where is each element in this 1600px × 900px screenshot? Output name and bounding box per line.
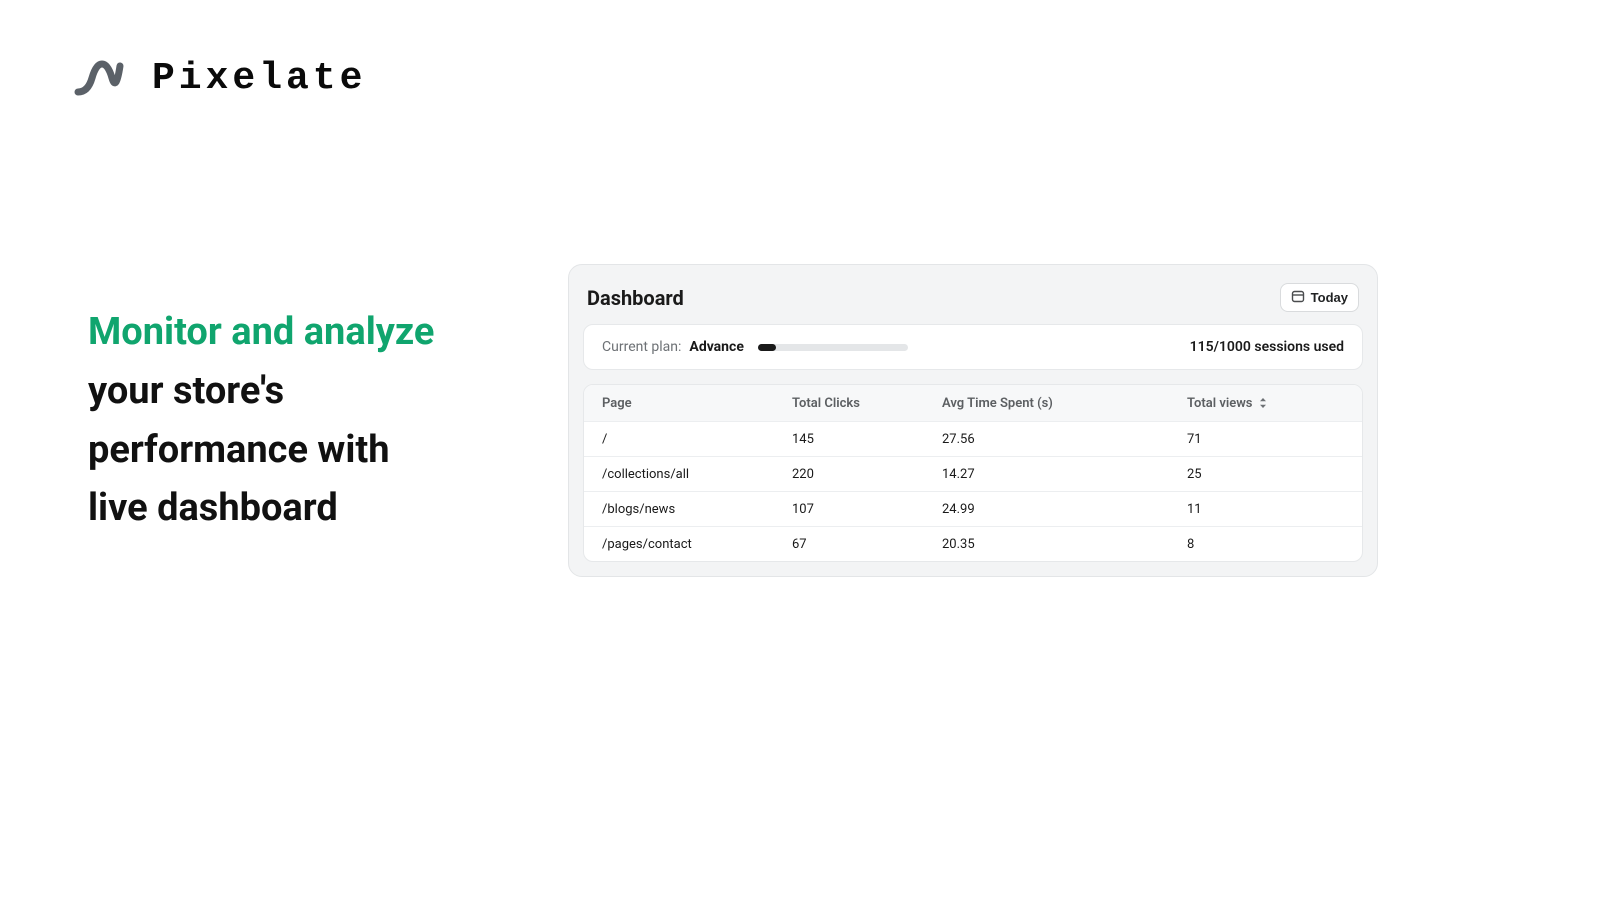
cell-page: /pages/contact [602,537,792,552]
table-row[interactable]: /pages/contact 67 20.35 8 [584,526,1362,561]
dashboard-header: Dashboard Today [583,279,1363,324]
cell-clicks: 67 [792,537,942,552]
pages-table: Page Total Clicks Avg Time Spent (s) Tot… [583,384,1363,562]
table-row[interactable]: /blogs/news 107 24.99 11 [584,491,1362,526]
date-filter-label: Today [1311,290,1348,305]
brand-logo-icon [72,52,124,104]
tagline-line-3: live dashboard [88,479,508,538]
sort-icon [1258,397,1268,409]
brand-name: Pixelate [152,57,366,100]
plan-name: Advance [689,339,743,355]
tagline-line-1: your store's [88,362,508,421]
tagline-highlight: Monitor and analyze [88,303,508,362]
tagline-line-2: performance with [88,421,508,480]
marketing-tagline: Monitor and analyze your store's perform… [88,303,508,539]
table-row[interactable]: / 145 27.56 71 [584,421,1362,456]
cell-page: / [602,432,792,447]
col-header-avg-time[interactable]: Avg Time Spent (s) [942,396,1187,411]
plan-progress-fill [758,344,776,351]
plan-card: Current plan: Advance 115/1000 sessions … [583,324,1363,370]
cell-time: 27.56 [942,432,1187,447]
col-header-total-clicks[interactable]: Total Clicks [792,396,942,411]
col-header-page[interactable]: Page [602,396,792,411]
date-filter-button[interactable]: Today [1280,283,1359,312]
cell-clicks: 220 [792,467,942,482]
cell-time: 14.27 [942,467,1187,482]
col-header-total-views-label: Total views [1187,396,1252,411]
plan-label: Current plan: [602,339,681,355]
cell-page: /blogs/news [602,502,792,517]
dashboard-title: Dashboard [587,286,684,310]
table-header-row: Page Total Clicks Avg Time Spent (s) Tot… [584,385,1362,421]
table-row[interactable]: /collections/all 220 14.27 25 [584,456,1362,491]
cell-views: 11 [1187,502,1344,517]
dashboard-panel: Dashboard Today Current plan: Advance 11… [568,264,1378,577]
cell-page: /collections/all [602,467,792,482]
plan-progress-bar [758,344,908,351]
brand-header: Pixelate [0,0,1600,104]
plan-sessions-text: 115/1000 sessions used [1190,339,1344,355]
cell-clicks: 145 [792,432,942,447]
calendar-icon [1291,289,1305,306]
col-header-total-views[interactable]: Total views [1187,396,1344,411]
cell-time: 20.35 [942,537,1187,552]
cell-views: 8 [1187,537,1344,552]
cell-views: 71 [1187,432,1344,447]
cell-views: 25 [1187,467,1344,482]
cell-clicks: 107 [792,502,942,517]
cell-time: 24.99 [942,502,1187,517]
